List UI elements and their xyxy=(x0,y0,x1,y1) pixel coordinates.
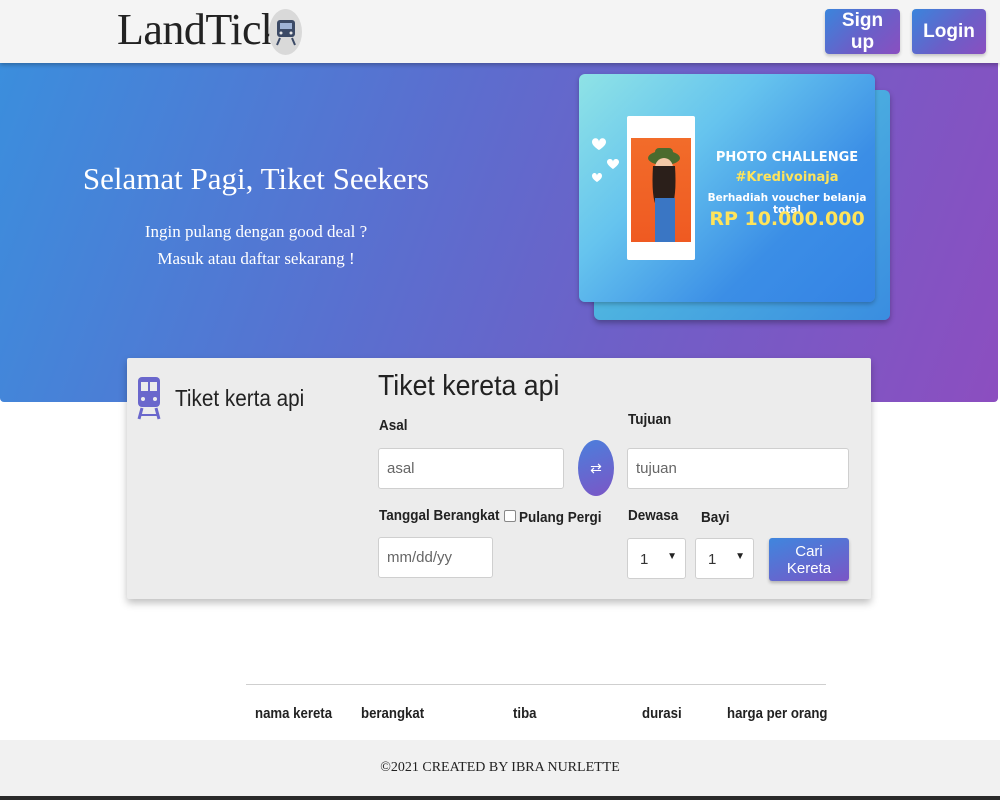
pulang-pergi-checkbox[interactable] xyxy=(504,510,516,522)
asal-label: Asal xyxy=(379,417,408,434)
hero-subtitle-line2: Masuk atau daftar sekarang ! xyxy=(157,249,355,268)
column-header-tiba: tiba xyxy=(513,705,537,722)
column-header-nama-kereta: nama kereta xyxy=(255,705,333,722)
signup-button[interactable]: Sign up xyxy=(825,9,900,54)
promo-banner[interactable]: PHOTO CHALLENGE #Kredivoinaja Berhadiah … xyxy=(579,74,875,302)
column-header-harga: harga per orang xyxy=(727,705,828,722)
chevron-down-icon: ▼ xyxy=(667,551,677,562)
footer: ©2021 CREATED BY IBRA NURLETTE xyxy=(0,740,1000,796)
hero-greeting: Selamat Pagi, Tiket Seekers xyxy=(82,161,430,196)
swap-button[interactable]: ⇄ xyxy=(578,440,614,496)
hearts-icon xyxy=(592,138,619,182)
banner-photo-frame xyxy=(627,116,695,260)
results-divider xyxy=(246,684,826,685)
chevron-down-icon: ▼ xyxy=(735,551,745,562)
tanggal-input[interactable] xyxy=(378,537,493,578)
tanggal-label: Tanggal Berangkat xyxy=(379,507,500,524)
dewasa-select[interactable]: 1 ▼ xyxy=(627,538,686,579)
asal-input[interactable] xyxy=(378,448,564,489)
column-header-berangkat: berangkat xyxy=(361,705,425,722)
bottom-border xyxy=(0,796,1000,800)
bayi-value: 1 xyxy=(708,551,717,568)
swap-arrows-icon: ⇄ xyxy=(590,459,602,476)
ticket-search-panel: Tiket kerta api Tiket kereta api Asal ⇄ … xyxy=(127,358,871,599)
footer-copyright: ©2021 CREATED BY IBRA NURLETTE xyxy=(380,760,620,775)
top-navbar: LandTick Sign up Login xyxy=(0,0,1000,63)
hero-subtitle: Ingin pulang dengan good deal ? Masuk at… xyxy=(0,218,512,272)
tujuan-label: Tujuan xyxy=(628,411,672,428)
side-title[interactable]: Tiket kerta api xyxy=(175,385,304,412)
banner-line1: PHOTO CHALLENGE xyxy=(715,150,859,165)
hero-section: Selamat Pagi, Tiket Seekers Ingin pulang… xyxy=(0,63,998,402)
pulang-pergi-label: Pulang Pergi xyxy=(519,509,602,526)
bayi-select[interactable]: 1 ▼ xyxy=(695,538,754,579)
hero-subtitle-line1: Ingin pulang dengan good deal ? xyxy=(144,222,368,241)
banner-line4: RP 10.000.000 xyxy=(709,208,865,230)
banner-photo-image xyxy=(631,138,691,242)
cari-kereta-button[interactable]: Cari Kereta xyxy=(769,538,849,581)
column-header-durasi: durasi xyxy=(642,705,682,722)
brand-logo-text[interactable]: LandTick xyxy=(117,4,283,55)
dewasa-label: Dewasa xyxy=(628,507,679,524)
bayi-label: Bayi xyxy=(701,509,730,526)
form-title: Tiket kereta api xyxy=(378,370,560,402)
login-button[interactable]: Login xyxy=(912,9,986,54)
train-icon xyxy=(137,377,161,420)
train-logo-icon xyxy=(269,9,302,55)
dewasa-value: 1 xyxy=(640,551,649,568)
tujuan-input[interactable] xyxy=(627,448,849,489)
banner-line2: #Kredivoinaja xyxy=(735,170,839,185)
